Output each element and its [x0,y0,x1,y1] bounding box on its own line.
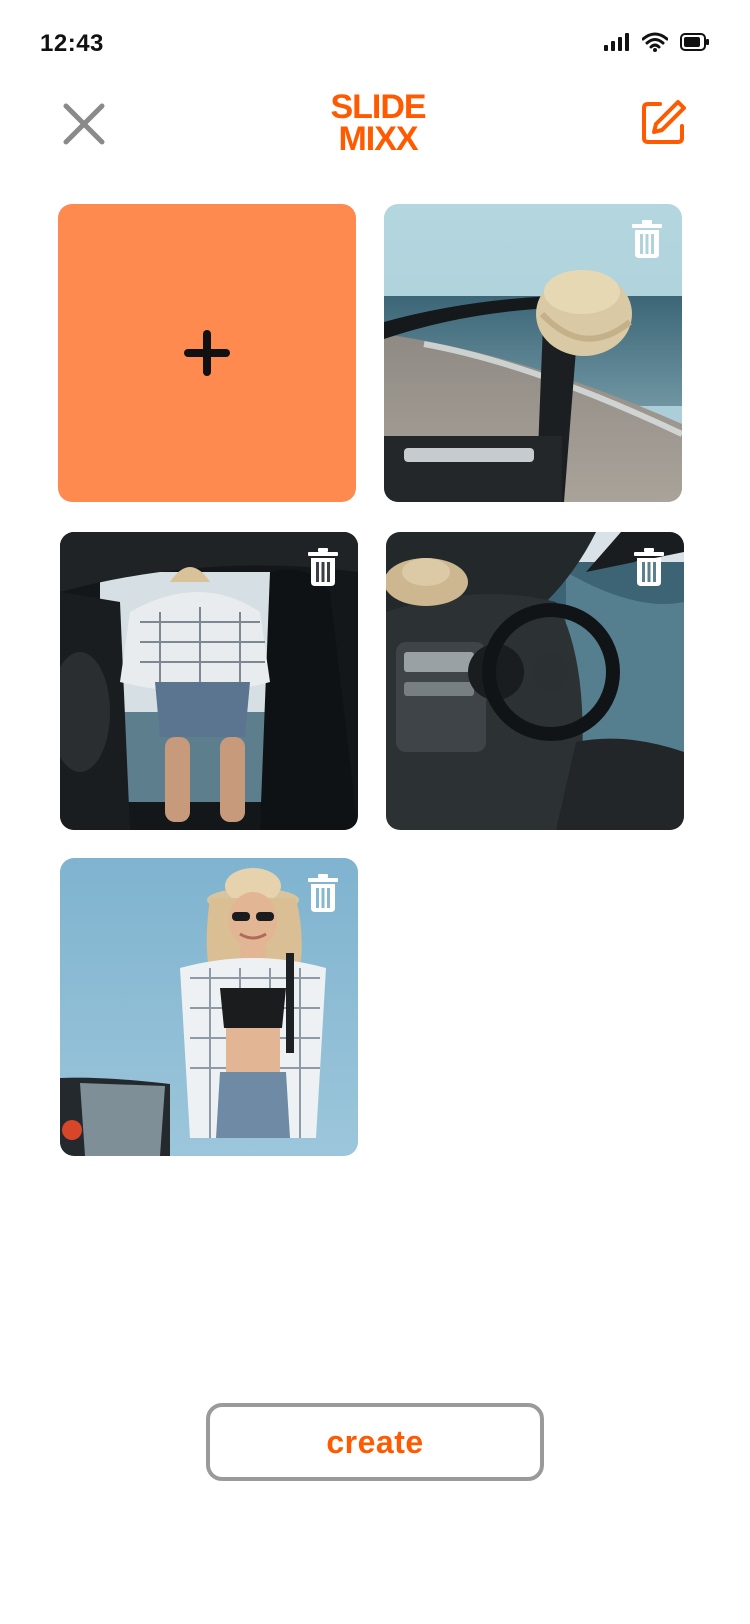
trash-icon[interactable] [308,874,338,912]
header: SLIDE MIXX [0,90,750,190]
add-photo-tile[interactable] [58,204,356,502]
battery-icon [680,33,709,51]
create-button[interactable]: create [206,1403,544,1481]
signal-icon [604,33,629,51]
close-icon [63,103,105,145]
trash-icon[interactable] [308,548,338,586]
close-button[interactable] [58,98,110,150]
status-time: 12:43 [40,30,104,57]
photo-woman-hat-sunglasses[interactable] [60,858,358,1156]
logo: SLIDE MIXX [330,90,426,154]
wifi-icon [642,32,668,52]
trash-icon[interactable] [632,220,662,258]
photo-hat-car-door-beach[interactable] [384,204,682,502]
status-icons [604,32,710,52]
photo-car-interior-steering-wheel-sea[interactable] [386,532,684,830]
logo-line-2: MIXX [338,120,418,154]
plus-icon [184,330,230,376]
status-bar: 12:43 [0,0,750,90]
photo-woman-plaid-shirt-car[interactable] [60,532,358,830]
trash-icon[interactable] [634,548,664,586]
edit-icon [642,100,686,144]
edit-button[interactable] [640,98,688,146]
